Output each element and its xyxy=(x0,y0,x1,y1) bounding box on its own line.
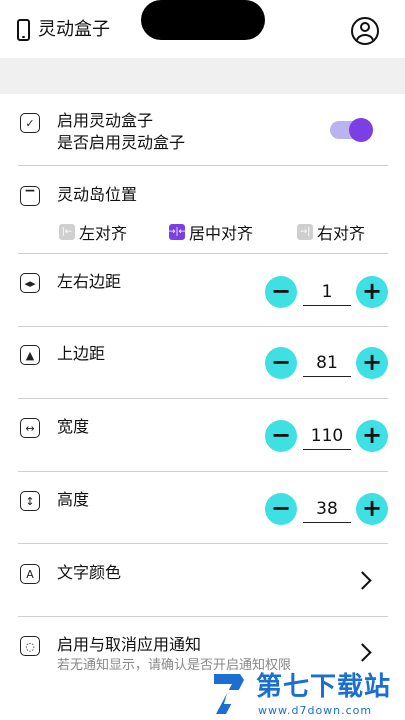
checkbox-icon: ✓ xyxy=(20,113,40,133)
align-center-icon: →|← xyxy=(168,224,186,240)
width-stepper: − 110 + xyxy=(265,420,389,452)
top-margin-label: 上边距 xyxy=(57,344,106,363)
width-row: ↔ 宽度 − 110 + xyxy=(0,399,405,471)
width-input[interactable]: 110 xyxy=(303,424,351,450)
increment-button[interactable]: + xyxy=(356,420,388,452)
app-title: 灵动盒子 xyxy=(38,19,110,40)
increment-button[interactable]: + xyxy=(356,493,388,525)
align-center-option[interactable]: →|← 居中对齐 xyxy=(168,221,254,243)
user-circle-icon[interactable] xyxy=(351,17,379,45)
height-input[interactable]: 38 xyxy=(303,497,351,523)
chevron-right-icon xyxy=(353,643,372,662)
enable-row[interactable]: ✓ 启用灵动盒子 是否启用灵动盒子 xyxy=(0,94,405,166)
font-color-icon: A xyxy=(20,564,40,584)
height-icon: ↕ xyxy=(20,491,40,511)
chevron-right-icon xyxy=(353,571,372,590)
lr-margin-row: ◂▸ 左右边距 − 1 + xyxy=(0,254,405,326)
notify-label: 启用与取消应用通知 xyxy=(57,635,202,654)
height-label: 高度 xyxy=(57,490,90,509)
top-margin-stepper: − 81 + xyxy=(265,347,389,379)
position-row: ▔ 灵动岛位置 |← 左对齐 →|← 居中对齐 →| 右对齐 xyxy=(0,166,405,253)
horizontal-margin-icon: ◂▸ xyxy=(20,273,40,293)
enable-label: 启用灵动盒子 xyxy=(57,111,154,130)
decrement-button[interactable]: − xyxy=(265,420,297,452)
section-spacer xyxy=(0,58,405,94)
align-left-label: 左对齐 xyxy=(79,224,128,243)
align-right-label: 右对齐 xyxy=(317,224,366,243)
phone-icon xyxy=(17,19,30,41)
align-left-icon: |← xyxy=(59,224,75,240)
decrement-button[interactable]: − xyxy=(265,276,297,308)
bell-icon: ◌ xyxy=(20,636,40,656)
watermark-title: 第七下载站 xyxy=(256,672,392,702)
align-left-option[interactable]: |← 左对齐 xyxy=(59,221,127,243)
enable-toggle[interactable] xyxy=(330,118,373,142)
top-margin-icon: ▲ xyxy=(20,345,40,365)
watermark: 第七下载站 www.d7down.com xyxy=(210,670,405,720)
width-icon: ↔ xyxy=(20,418,40,438)
lr-margin-stepper: − 1 + xyxy=(265,276,389,308)
lr-margin-input[interactable]: 1 xyxy=(303,280,351,306)
watermark-logo xyxy=(214,674,244,714)
dynamic-island-cutout xyxy=(141,0,265,40)
watermark-url: www.d7down.com xyxy=(258,704,373,717)
height-row: ↕ 高度 − 38 + xyxy=(0,472,405,544)
position-label: 灵动岛位置 xyxy=(57,185,138,204)
text-color-label: 文字颜色 xyxy=(57,563,122,582)
enable-sub-label: 是否启用灵动盒子 xyxy=(57,133,186,152)
width-label: 宽度 xyxy=(57,417,90,436)
decrement-button[interactable]: − xyxy=(265,493,297,525)
increment-button[interactable]: + xyxy=(356,276,388,308)
top-bar: 灵动盒子 xyxy=(0,0,405,58)
top-margin-row: ▲ 上边距 − 81 + xyxy=(0,327,405,399)
decrement-button[interactable]: − xyxy=(265,347,297,379)
island-position-icon: ▔ xyxy=(20,186,40,206)
top-margin-input[interactable]: 81 xyxy=(303,351,351,377)
align-right-icon: →| xyxy=(297,224,313,240)
increment-button[interactable]: + xyxy=(356,347,388,379)
height-stepper: − 38 + xyxy=(265,493,389,525)
toggle-knob xyxy=(349,118,373,142)
text-color-row[interactable]: A 文字颜色 xyxy=(0,544,405,616)
align-right-option[interactable]: →| 右对齐 xyxy=(297,221,365,243)
align-center-label: 居中对齐 xyxy=(189,224,254,243)
lr-margin-label: 左右边距 xyxy=(57,272,122,291)
